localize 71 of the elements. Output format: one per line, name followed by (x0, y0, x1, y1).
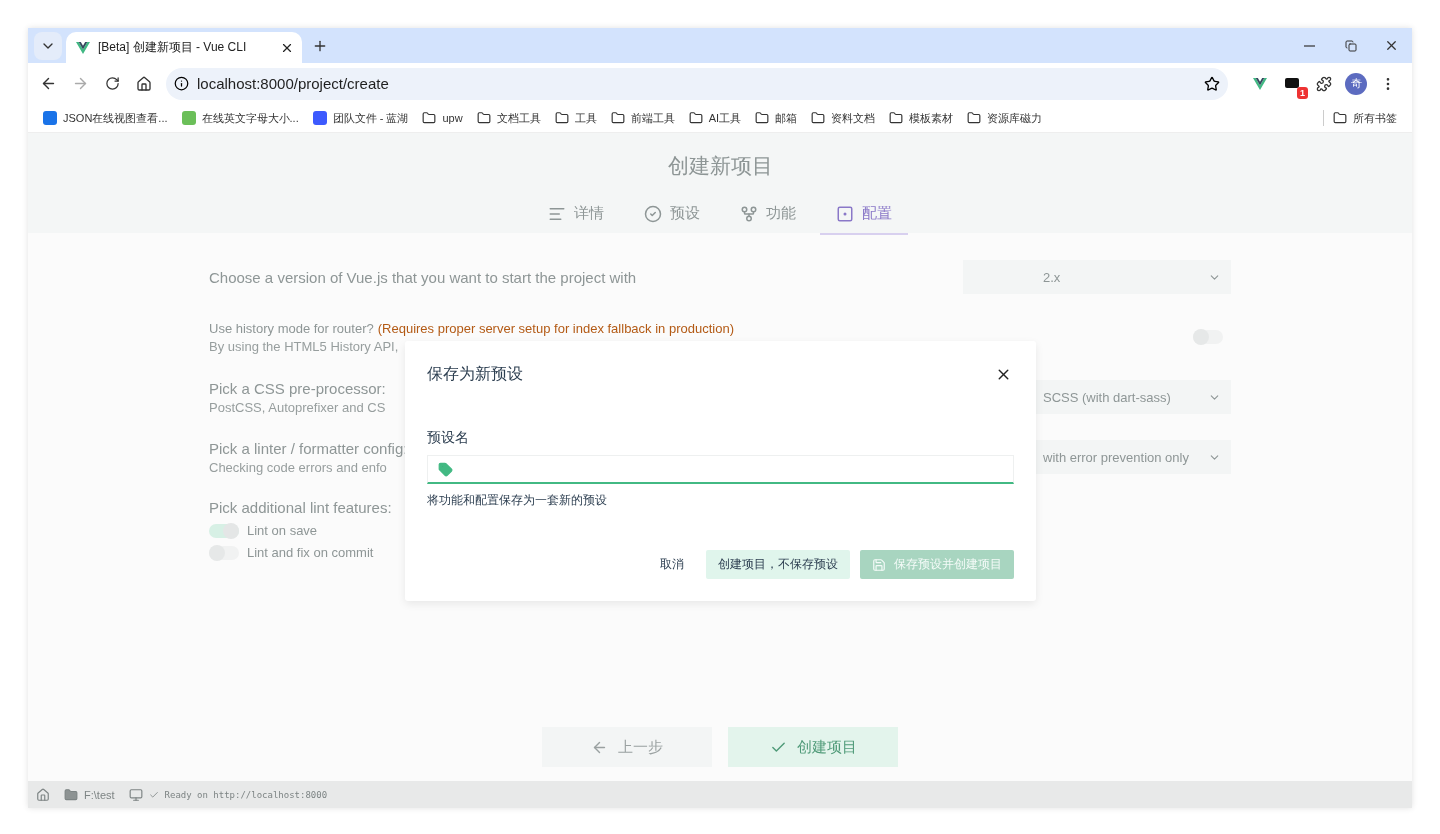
folder-icon (811, 111, 826, 125)
setting-label: Use history mode for router? (209, 320, 374, 336)
folder-icon (64, 787, 78, 802)
bookmark[interactable]: AI工具 (683, 107, 747, 129)
bookmark[interactable]: 资源库磁力 (962, 107, 1048, 129)
reload-icon (104, 76, 120, 91)
check-icon (148, 789, 159, 800)
vue-logo-icon (1253, 77, 1267, 90)
plus-icon (312, 38, 328, 54)
browser-tab[interactable]: [Beta] 创建新项目 - Vue CLI (66, 32, 302, 63)
home-icon (136, 75, 152, 92)
close-icon (1384, 38, 1399, 53)
field-help-text: 将功能和配置保存为一套新的预设 (427, 492, 608, 509)
extension-button[interactable]: 1 (1278, 69, 1306, 98)
folder-icon (476, 111, 491, 125)
folder-icon (554, 111, 569, 125)
step-tab[interactable]: 配置 (820, 198, 908, 235)
tab-search-button[interactable] (34, 32, 62, 60)
bookmark[interactable]: 资料文档 (806, 107, 881, 129)
bookmark[interactable]: 在线英文字母大小... (176, 107, 304, 129)
notification-badge: 1 (1297, 86, 1308, 99)
save-icon (872, 557, 886, 572)
bookmark[interactable]: 邮箱 (750, 107, 803, 129)
setting-description: By using the HTML5 History API, (209, 338, 400, 354)
toggle-switch[interactable] (209, 523, 239, 538)
folder-icon (755, 111, 770, 125)
field-label: 预设名 (427, 429, 470, 447)
folder-icon (688, 111, 703, 125)
bookmark[interactable]: 团队文件 - 蓝湖 (307, 107, 414, 129)
status-text: F:\test (84, 788, 115, 801)
bookmark[interactable]: 工具 (549, 107, 602, 129)
dialog-title: 保存为新预设 (427, 363, 523, 384)
all-bookmarks[interactable]: 所有书签 (1328, 107, 1402, 129)
option-label: Lint on save (247, 523, 318, 538)
page-title: 创建新项目 (667, 153, 773, 179)
setting-label: Choose a version of Vue.js that you want to start the project with (209, 268, 637, 286)
folder-icon (1333, 111, 1347, 125)
bookmark[interactable]: JSON在线视图查看... (38, 107, 173, 129)
cancel-button[interactable]: 取消 (648, 550, 696, 579)
preset-name-input[interactable] (427, 455, 1014, 484)
folder-icon (967, 111, 982, 125)
setting-description: Checking code errors and enfo (209, 459, 388, 475)
puzzle-icon (1316, 75, 1332, 92)
info-icon[interactable] (174, 76, 189, 91)
restore-icon (1344, 39, 1357, 52)
bookmark[interactable]: 模板素材 (884, 107, 959, 129)
bookmark[interactable]: 文档工具 (471, 107, 546, 129)
minimize-icon (1304, 44, 1315, 47)
warning-text: (Requires proper server setup for index fallback in production) (377, 320, 734, 336)
setting-label: Pick additional lint features: (209, 499, 392, 516)
setting-label: Pick a CSS pre-processor: (209, 379, 386, 397)
folder-icon (889, 111, 904, 125)
address-bar[interactable]: localhost:8000/project/create (166, 67, 1228, 100)
url-text: localhost:8000/project/create (197, 75, 390, 92)
create-button[interactable]: 创建项目，不保存预设 (706, 550, 850, 579)
status-text: Ready on http://localhost:8000 (164, 789, 328, 800)
bookmark[interactable]: 前端工具 (605, 107, 680, 129)
star-icon[interactable] (1204, 75, 1220, 92)
tab-title: [Beta] 创建新项目 - Vue CLI (98, 39, 248, 56)
monitor-icon (128, 787, 143, 802)
setting-label: Pick a linter / formatter config: (209, 439, 408, 457)
check-circle-icon (644, 204, 662, 223)
fork-icon (740, 204, 758, 223)
folder-icon (422, 111, 437, 125)
home-icon[interactable] (36, 787, 50, 802)
bookmark[interactable]: upw (417, 108, 468, 128)
tag-icon (438, 461, 453, 477)
option-label: Lint and fix on commit (247, 545, 374, 560)
vue-logo-icon (76, 41, 90, 54)
folder-icon (610, 111, 625, 125)
setting-description: PostCSS, Autoprefixer and CS (209, 399, 386, 415)
